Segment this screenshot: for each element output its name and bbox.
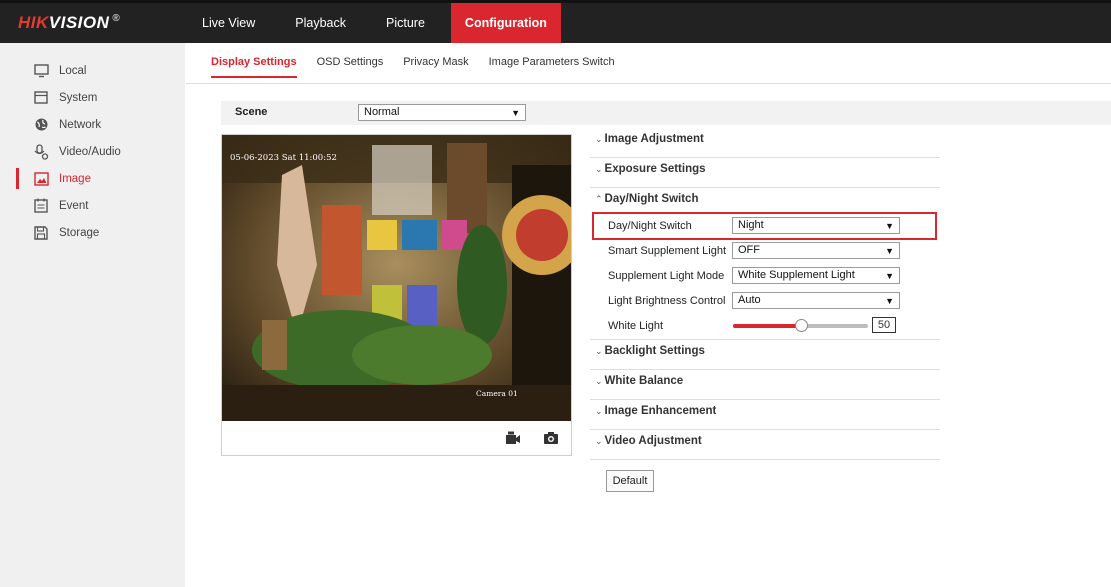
logo-white-text: VISION [48, 13, 110, 32]
section-title: Exposure Settings [604, 163, 706, 175]
section-video-adjustment[interactable]: ⌄ Video Adjustment [590, 430, 940, 460]
smart-supplement-light-value: OFF [738, 244, 760, 256]
record-button[interactable] [505, 431, 521, 445]
tab-osd-settings[interactable]: OSD Settings [317, 56, 384, 78]
sidebar: Local System Network Video/Audio Image E… [0, 43, 185, 587]
sidebar-item-label: Video/Audio [59, 145, 121, 158]
chevron-up-icon: ⌃ [595, 194, 603, 204]
sidebar-item-video-audio[interactable]: Video/Audio [0, 138, 185, 165]
default-button[interactable]: Default [606, 470, 654, 492]
network-icon [33, 117, 49, 133]
chevron-down-icon: ▼ [885, 296, 894, 306]
main-nav: Live View Playback Picture Configuration [188, 3, 573, 43]
smart-supplement-light-select[interactable]: OFF ▼ [732, 242, 900, 259]
light-brightness-control-value: Auto [738, 294, 761, 306]
section-title: Image Enhancement [604, 405, 717, 417]
chevron-down-icon: ⌄ [595, 406, 603, 416]
day-night-switch-value: Night [738, 219, 764, 231]
sidebar-item-network[interactable]: Network [0, 111, 185, 138]
chevron-down-icon: ▼ [511, 108, 520, 118]
scene-bar [221, 101, 1111, 125]
section-title: Backlight Settings [604, 345, 705, 357]
chevron-down-icon: ▼ [885, 271, 894, 281]
section-backlight-settings[interactable]: ⌄ Backlight Settings [590, 340, 940, 370]
monitor-icon [33, 63, 49, 79]
chevron-down-icon: ⌄ [595, 346, 603, 356]
supplement-light-mode-select[interactable]: White Supplement Light ▼ [732, 267, 900, 284]
white-light-slider-handle[interactable] [794, 319, 808, 332]
white-light-label: White Light [608, 320, 664, 332]
sidebar-item-label: System [59, 91, 98, 104]
white-light-slider[interactable] [733, 319, 868, 332]
image-icon [33, 171, 49, 187]
snapshot-button[interactable] [543, 431, 559, 445]
supplement-light-mode-label: Supplement Light Mode [608, 270, 725, 282]
osd-timestamp: 05-06-2023 Sat 11:00:52 [230, 153, 337, 163]
video-audio-icon [33, 143, 49, 160]
camera-icon [543, 432, 559, 448]
logo-registered-mark: ® [112, 13, 121, 25]
day-night-switch-label: Day/Night Switch [608, 220, 692, 232]
storage-icon [33, 225, 49, 241]
chevron-down-icon: ⌄ [595, 134, 603, 144]
section-title: Day/Night Switch [604, 193, 699, 205]
light-brightness-control-label: Light Brightness Control [608, 295, 726, 307]
sidebar-item-local[interactable]: Local [0, 57, 185, 84]
light-brightness-control-select[interactable]: Auto ▼ [732, 292, 900, 309]
sidebar-item-event[interactable]: Event [0, 192, 185, 219]
chevron-down-icon: ⌄ [595, 376, 603, 386]
top-navigation-bar: HIKVISION ® Live View Playback Picture Co… [0, 0, 1111, 43]
nav-configuration[interactable]: Configuration [450, 3, 561, 43]
sub-tabs: Display Settings OSD Settings Privacy Ma… [211, 56, 635, 78]
camera-scene-image [222, 135, 571, 421]
sidebar-item-label: Image [59, 172, 91, 185]
logo-red-text: HIK [18, 13, 49, 32]
tab-image-parameters-switch[interactable]: Image Parameters Switch [489, 56, 615, 78]
section-image-enhancement[interactable]: ⌄ Image Enhancement [590, 400, 940, 430]
sidebar-item-label: Local [59, 64, 87, 77]
video-toolbar [222, 421, 571, 455]
sidebar-item-label: Storage [59, 226, 100, 239]
section-title: White Balance [604, 375, 684, 387]
video-preview: 05-06-2023 Sat 11:00:52 Camera 01 [221, 134, 572, 456]
white-light-slider-fill [733, 324, 801, 328]
white-light-value-input[interactable]: 50 [872, 317, 896, 333]
chevron-down-icon: ⌄ [595, 436, 603, 446]
osd-camera-name: Camera 01 [476, 389, 518, 398]
nav-playback[interactable]: Playback [281, 3, 360, 43]
event-icon [33, 198, 49, 214]
system-icon [33, 90, 49, 106]
sidebar-item-system[interactable]: System [0, 84, 185, 111]
tab-display-settings[interactable]: Display Settings [211, 56, 297, 78]
sidebar-item-image[interactable]: Image [0, 165, 185, 192]
sidebar-item-label: Event [59, 199, 89, 212]
tab-privacy-mask[interactable]: Privacy Mask [403, 56, 468, 78]
section-white-balance[interactable]: ⌄ White Balance [590, 370, 940, 400]
sidebar-item-storage[interactable]: Storage [0, 219, 185, 246]
scene-select-value: Normal [364, 106, 400, 118]
supplement-light-mode-value: White Supplement Light [738, 269, 855, 281]
nav-live-view[interactable]: Live View [188, 3, 269, 43]
day-night-switch-select[interactable]: Night ▼ [732, 217, 900, 234]
chevron-down-icon: ▼ [885, 246, 894, 256]
sidebar-item-label: Network [59, 118, 102, 131]
scene-select[interactable]: Normal ▼ [358, 104, 526, 121]
smart-supplement-light-label: Smart Supplement Light [608, 245, 727, 257]
hikvision-logo: HIKVISION ® [18, 13, 120, 33]
section-title: Image Adjustment [604, 133, 704, 145]
tabs-divider [186, 83, 1111, 84]
chevron-down-icon: ▼ [885, 221, 894, 231]
nav-picture[interactable]: Picture [372, 3, 439, 43]
section-title: Video Adjustment [604, 435, 702, 447]
section-exposure-settings[interactable]: ⌄ Exposure Settings [590, 158, 940, 188]
record-icon [505, 431, 521, 448]
live-video-frame[interactable]: 05-06-2023 Sat 11:00:52 Camera 01 [222, 135, 571, 421]
scene-label: Scene [235, 106, 268, 118]
chevron-down-icon: ⌄ [595, 164, 603, 174]
section-image-adjustment[interactable]: ⌄ Image Adjustment [590, 128, 940, 158]
